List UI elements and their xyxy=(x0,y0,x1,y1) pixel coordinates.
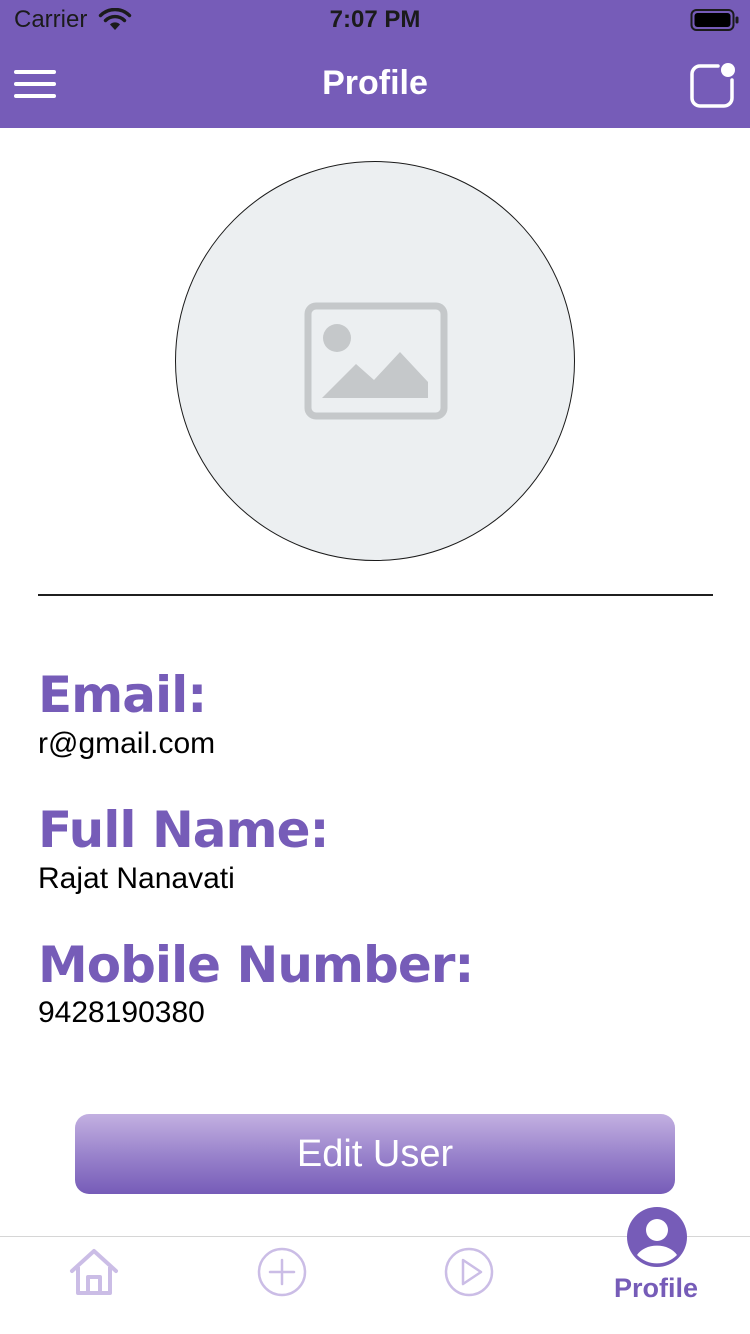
email-label: Email: xyxy=(38,666,207,724)
avatar[interactable] xyxy=(175,161,575,561)
edit-user-button[interactable]: Edit User xyxy=(75,1114,675,1194)
tab-bar: Profile xyxy=(0,1207,750,1334)
play-circle-icon xyxy=(444,1247,494,1297)
home-icon xyxy=(70,1249,118,1295)
compose-button[interactable] xyxy=(688,60,738,110)
tab-home[interactable] xyxy=(62,1237,126,1334)
tab-add[interactable] xyxy=(250,1237,314,1334)
status-bar: Carrier 7:07 PM xyxy=(0,0,750,40)
tab-profile-label: Profile xyxy=(613,1273,699,1303)
user-circle-icon xyxy=(627,1207,687,1267)
mobile-number-label: Mobile Number: xyxy=(38,936,474,994)
plus-circle-icon xyxy=(257,1247,307,1297)
tab-play[interactable] xyxy=(437,1237,501,1334)
status-time: 7:07 PM xyxy=(329,6,421,33)
email-value: r@gmail.com xyxy=(38,727,216,760)
tab-profile[interactable]: Profile xyxy=(596,1207,716,1334)
full-name-label: Full Name: xyxy=(38,801,330,859)
mobile-number-value: 9428190380 xyxy=(38,996,205,1029)
battery-icon xyxy=(690,8,740,37)
full-name-value: Rajat Nanavati xyxy=(38,862,235,895)
navigation-bar: Profile xyxy=(0,40,750,128)
compose-icon xyxy=(690,63,735,108)
page-title: Profile xyxy=(322,64,428,102)
divider xyxy=(38,594,713,596)
image-placeholder-icon xyxy=(304,302,448,425)
